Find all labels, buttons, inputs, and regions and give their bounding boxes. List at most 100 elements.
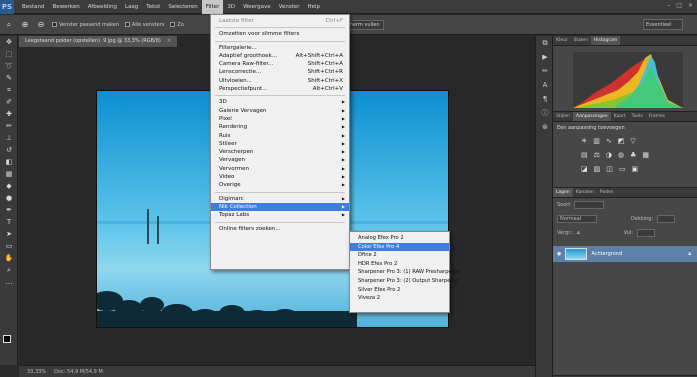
filter-menu-item[interactable]: Digimarc ▶: [211, 195, 349, 203]
filter-menu-item[interactable]: Ruis ▶: [211, 132, 349, 140]
marquee-tool-icon[interactable]: ⬚: [0, 48, 18, 60]
pen-tool-icon[interactable]: ✒: [0, 204, 18, 216]
nik-submenu-item[interactable]: Color Efex Pro 4: [350, 242, 449, 252]
selective-color-icon[interactable]: ▣: [632, 165, 639, 173]
info-panel-icon[interactable]: ⓘ: [536, 106, 554, 120]
close-icon[interactable]: ×: [688, 2, 693, 9]
posterize-icon[interactable]: ▨: [594, 165, 601, 173]
lasso-tool-icon[interactable]: ➰: [0, 60, 18, 72]
hue-sat-icon[interactable]: ▤: [581, 151, 588, 159]
filter-menu-item[interactable]: Perspectiefpunt... Alt+Ctrl+V: [211, 85, 349, 93]
gradient-map-icon[interactable]: ▭: [619, 165, 626, 173]
menu-weergave[interactable]: Weergave: [239, 0, 275, 14]
crop-tool-icon[interactable]: ⌗: [0, 84, 18, 96]
filter-menu-item[interactable]: 3D ▶: [211, 98, 349, 106]
healing-tool-icon[interactable]: ✚: [0, 108, 18, 120]
tab-kanalen[interactable]: Kanalen: [573, 188, 597, 197]
minimize-icon[interactable]: –: [667, 2, 670, 9]
workspace-select[interactable]: Essentieel: [643, 19, 683, 30]
vibrance-icon[interactable]: ▽: [630, 137, 635, 145]
nik-submenu-item[interactable]: Sharpener Pro 3: (1) RAW Presharpener: [350, 268, 460, 277]
brightness-icon[interactable]: ☀: [581, 137, 587, 145]
paragraph-panel-icon[interactable]: ¶: [536, 92, 554, 106]
color-lookup-icon[interactable]: ▦: [642, 151, 649, 159]
menu-bewerken[interactable]: Bewerken: [49, 0, 84, 14]
photo-filter-icon[interactable]: ◍: [618, 151, 624, 159]
maximize-icon[interactable]: □: [676, 2, 682, 9]
tab-aanpassingen[interactable]: Aanpassingen: [573, 112, 611, 121]
tab-kaart[interactable]: Kaart: [611, 112, 629, 121]
filter-menu-item[interactable]: Camera Raw-filter... Shift+Ctrl+A: [211, 60, 349, 68]
gradient-tool-icon[interactable]: ▦: [0, 168, 18, 180]
menu-tekst[interactable]: Tekst: [142, 0, 164, 14]
tab-kleur[interactable]: Kleur: [553, 36, 571, 45]
filter-menu-item[interactable]: Filtergalerie...: [211, 44, 349, 52]
actions-panel-icon[interactable]: ▶: [536, 50, 554, 64]
quick-select-tool-icon[interactable]: ✎: [0, 72, 18, 84]
nik-submenu-item[interactable]: Dfine 2: [350, 251, 449, 260]
close-tab-icon[interactable]: ×: [167, 36, 171, 47]
tab-histogram[interactable]: Histogram: [590, 36, 621, 45]
blend-mode-select[interactable]: Normaal: [557, 215, 597, 223]
color-swatches[interactable]: [3, 335, 15, 347]
tab-frames[interactable]: Frames: [646, 112, 668, 121]
tab-tools[interactable]: Tools: [629, 112, 646, 121]
tab-paden[interactable]: Paden: [597, 188, 617, 197]
move-tool-icon[interactable]: ✥: [0, 36, 18, 48]
foreground-color[interactable]: [3, 335, 11, 343]
layer-kind-select[interactable]: [574, 201, 605, 209]
eyedropper-tool-icon[interactable]: ✐: [0, 96, 18, 108]
exposure-icon[interactable]: ◩: [618, 137, 625, 145]
menu-bestand[interactable]: Bestand: [18, 0, 49, 14]
character-panel-icon[interactable]: A: [536, 78, 554, 92]
filter-menu-item[interactable]: Uitvloeien... Shift+Ctrl+X: [211, 77, 349, 85]
menu-filter[interactable]: Filter: [201, 0, 224, 14]
levels-icon[interactable]: ▥: [593, 137, 600, 145]
curves-icon[interactable]: ∿: [606, 137, 612, 145]
menu-3d[interactable]: 3D: [223, 0, 239, 14]
eraser-tool-icon[interactable]: ◧: [0, 156, 18, 168]
document-tab[interactable]: Leegstaand polder (opstellen). 9 jpg @ 3…: [19, 36, 179, 47]
nik-submenu-item[interactable]: Analog Efex Pro 2: [350, 234, 449, 243]
filter-menu-item[interactable]: Laatste filter Ctrl+F: [211, 17, 349, 25]
menu-help[interactable]: Help: [304, 0, 325, 14]
color-balance-icon[interactable]: ⚖: [594, 151, 600, 159]
threshold-icon[interactable]: ◫: [606, 165, 613, 173]
menu-afbeelding[interactable]: Afbeelding: [84, 0, 121, 14]
channel-mixer-icon[interactable]: ♣: [630, 151, 636, 159]
layer-row-background[interactable]: ◉ Achtergrond 🔒︎: [553, 246, 697, 262]
filter-menu-item[interactable]: Omzetten voor slimme filters: [211, 30, 349, 38]
filter-menu-item[interactable]: Overige ▶: [211, 181, 349, 189]
fill-field[interactable]: [637, 229, 656, 237]
opacity-field[interactable]: [657, 215, 676, 223]
scrubby-zoom-checkbox[interactable]: Zo: [170, 22, 184, 28]
shape-tool-icon[interactable]: ▭: [0, 240, 18, 252]
filter-menu-item[interactable]: Verscherpen ▶: [211, 148, 349, 156]
filter-menu-item[interactable]: Galerie Vervagen ▶: [211, 107, 349, 115]
lock-icon[interactable]: 🔒︎: [577, 230, 580, 236]
stamp-tool-icon[interactable]: ⊥: [0, 132, 18, 144]
filter-menu-item[interactable]: Vervagen ▶: [211, 156, 349, 164]
visibility-eye-icon[interactable]: ◉: [557, 251, 561, 257]
filter-menu-item[interactable]: Adaptief groothoek... Alt+Shift+Ctrl+A: [211, 52, 349, 60]
clone-source-icon[interactable]: ⊛: [536, 120, 554, 134]
tab-stalen[interactable]: Stalen: [571, 36, 591, 45]
menu-selecteren[interactable]: Selecteren: [164, 0, 201, 14]
history-brush-icon[interactable]: ↺: [0, 144, 18, 156]
filter-menu-item[interactable]: Topaz Labs ▶: [211, 211, 349, 219]
more-tools-icon[interactable]: …: [0, 276, 18, 288]
path-select-icon[interactable]: ➤: [0, 228, 18, 240]
nik-submenu-item[interactable]: Sharpener Pro 3: (2) Output Sharpener: [350, 277, 459, 286]
brush-panel-icon[interactable]: ✏: [536, 64, 554, 78]
filter-menu-item[interactable]: Rendering ▶: [211, 123, 349, 131]
filter-menu-item[interactable]: Video ▶: [211, 173, 349, 181]
filter-menu-item[interactable]: Vervormen ▶: [211, 165, 349, 173]
filter-menu-item[interactable]: Nik Collection ▶: [211, 202, 349, 212]
filter-menu-item[interactable]: Online filters zoeken...: [211, 225, 349, 233]
tab-stijlen[interactable]: Stijlen: [553, 112, 573, 121]
invert-icon[interactable]: ◪: [581, 165, 588, 173]
blur-tool-icon[interactable]: ◆: [0, 180, 18, 192]
hand-tool-icon[interactable]: ✋: [0, 252, 18, 264]
history-panel-icon[interactable]: ⧉: [536, 36, 554, 50]
zoom-tool-icon[interactable]: ⌕: [0, 264, 18, 276]
